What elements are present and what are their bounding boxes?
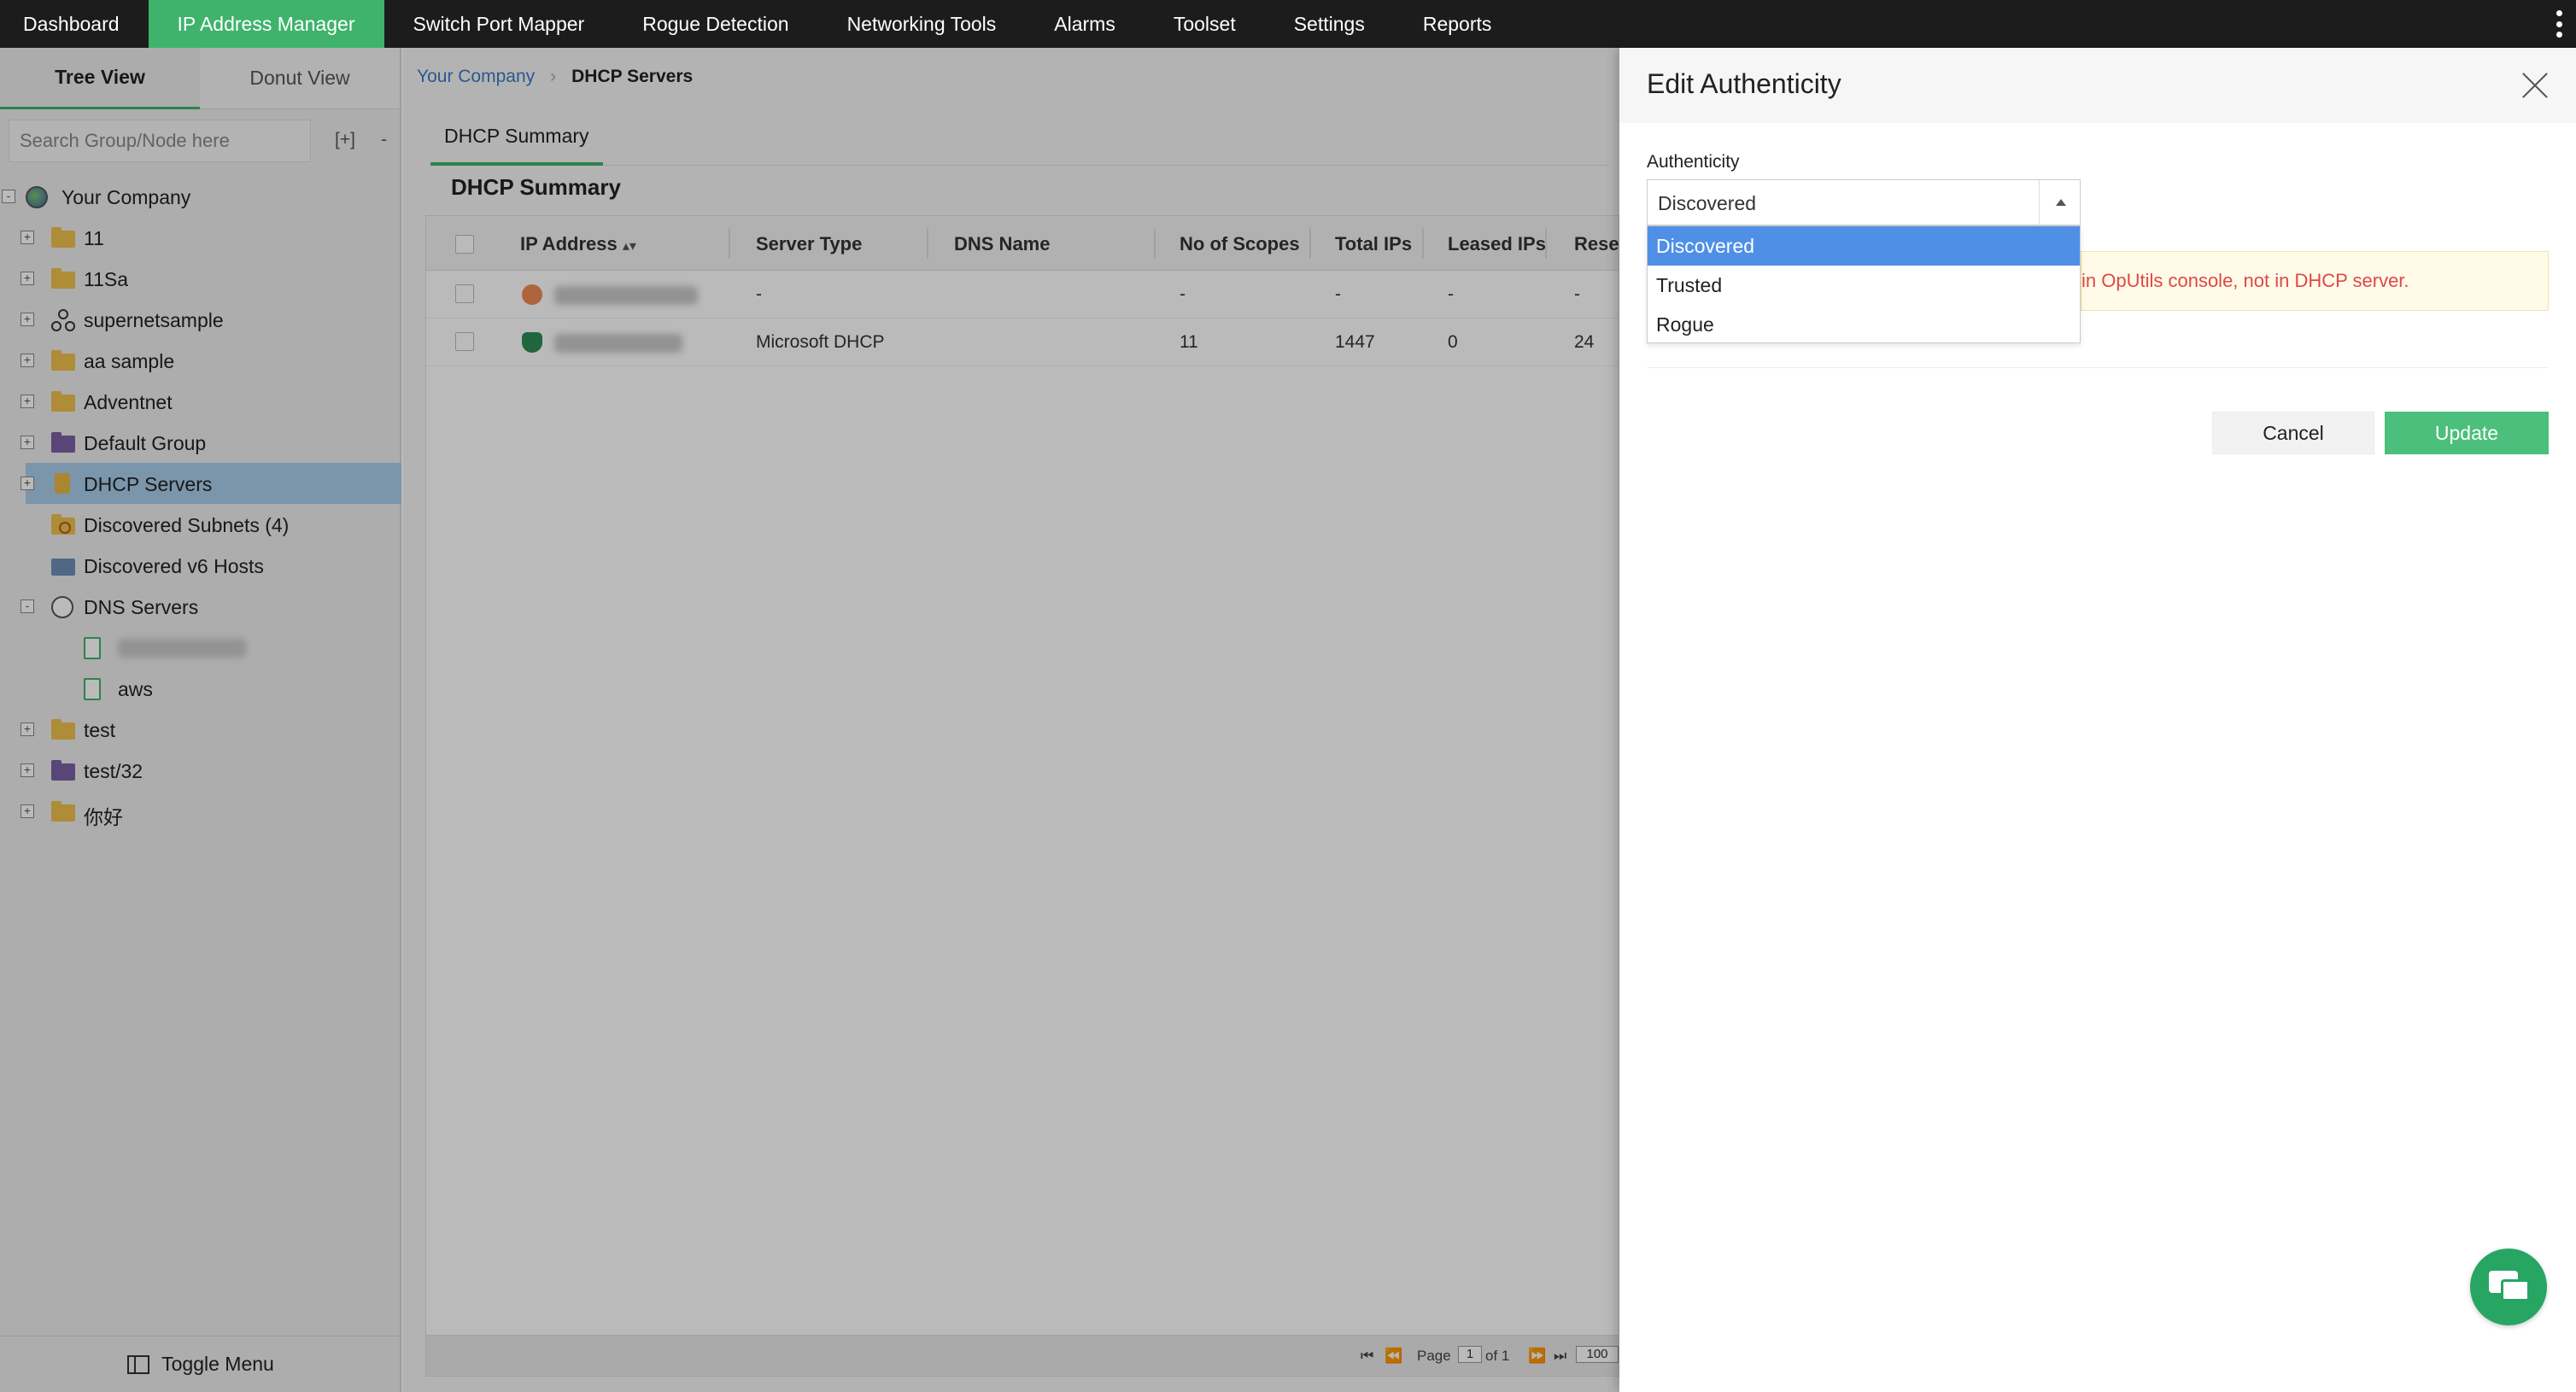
close-icon[interactable] (2520, 70, 2550, 101)
chat-button[interactable] (2470, 1249, 2547, 1325)
nav-item-reports[interactable]: Reports (1394, 0, 1521, 48)
nav-item-switch-port-mapper[interactable]: Switch Port Mapper (384, 0, 614, 48)
nav-item-alarms[interactable]: Alarms (1025, 0, 1145, 48)
more-menu-icon[interactable] (2556, 10, 2562, 38)
divider (1647, 367, 2549, 368)
dropdown-arrow-icon[interactable] (2039, 180, 2080, 225)
nav-item-rogue-detection[interactable]: Rogue Detection (613, 0, 817, 48)
top-navigation: Dashboard IP Address Manager Switch Port M… (0, 0, 2576, 48)
cancel-button[interactable]: Cancel (2212, 412, 2374, 454)
nav-item-networking-tools[interactable]: Networking Tools (818, 0, 1026, 48)
nav-item-settings[interactable]: Settings (1265, 0, 1394, 48)
edit-authenticity-drawer: Edit Authenticity Authenticity Discovere… (1619, 48, 2576, 1392)
warning-text: in OpUtils console, not in DHCP server. (2081, 270, 2409, 291)
update-button[interactable]: Update (2385, 412, 2549, 454)
option-trusted[interactable]: Trusted (1648, 266, 2080, 305)
authenticity-selected-value: Discovered (1658, 192, 1757, 214)
nav-item-dashboard[interactable]: Dashboard (0, 0, 149, 48)
authenticity-select[interactable]: Discovered (1647, 179, 2081, 225)
authenticity-options: Discovered Trusted Rogue (1647, 225, 2081, 343)
option-discovered[interactable]: Discovered (1648, 226, 2080, 266)
drawer-header: Edit Authenticity (1619, 48, 2576, 123)
nav-item-ip-address-manager[interactable]: IP Address Manager (148, 0, 384, 48)
warning-banner: in OpUtils console, not in DHCP server. (2081, 251, 2549, 311)
option-rogue[interactable]: Rogue (1648, 305, 2080, 344)
drawer-title: Edit Authenticity (1647, 68, 1841, 99)
authenticity-label: Authenticity (1647, 152, 1740, 172)
modal-backdrop[interactable] (0, 48, 1619, 1392)
nav-item-toolset[interactable]: Toolset (1145, 0, 1265, 48)
chat-bubble-icon (2501, 1279, 2530, 1301)
